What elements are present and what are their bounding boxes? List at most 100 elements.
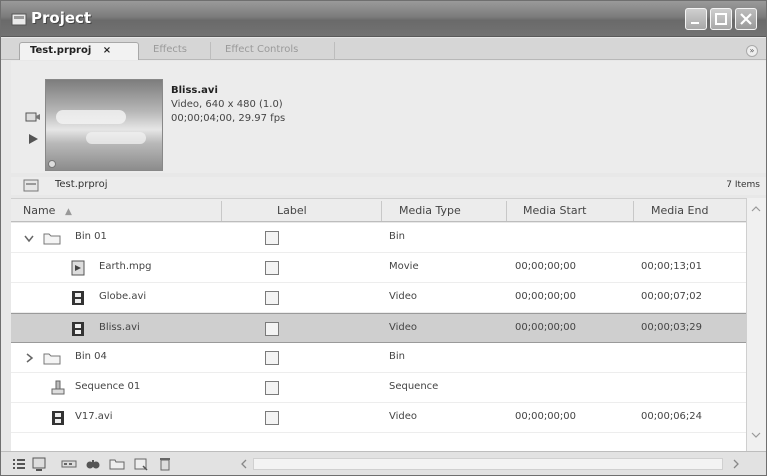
label-color-swatch[interactable] [265,351,279,365]
horizontal-scrollbar[interactable] [253,458,723,470]
folder-icon [43,353,61,365]
folder-icon [43,233,61,245]
label-color-swatch[interactable] [265,261,279,275]
bottom-toolbar [1,451,766,475]
column-divider[interactable] [381,201,382,221]
play-icon[interactable] [27,133,39,145]
item-name: Bin 04 [75,351,107,362]
window-title: Project [31,9,92,27]
item-media-end: 00;00;03;29 [641,322,703,333]
sort-ascending-icon: ▲ [64,207,72,217]
poster-frame-marker [48,160,56,168]
clear-icon[interactable] [157,456,173,472]
item-media-type: Video [389,411,418,422]
close-icon [740,13,752,25]
preview-area: Bliss.avi Video, 640 x 480 (1.0) 00;00;0… [11,61,766,173]
column-header-label[interactable]: Label [277,204,307,217]
list-item[interactable]: V17.avi Video 00;00;00;00 00;00;06;24 [11,403,746,433]
chevron-right-icon[interactable] [23,352,35,364]
label-color-swatch[interactable] [265,231,279,245]
automate-to-sequence-icon[interactable] [61,456,77,472]
thumbnail-cloud [86,132,146,144]
maximize-icon [715,13,727,25]
item-name: Bin 01 [75,231,107,242]
find-icon[interactable] [85,456,101,472]
panel-menu-button[interactable]: » [746,45,758,57]
project-item-list: Bin 01 Bin Earth.mpg Movie 00;00;00;00 0… [11,223,746,451]
column-divider[interactable] [633,201,634,221]
icon-view-icon[interactable] [31,456,47,472]
label-color-swatch[interactable] [265,381,279,395]
tab-effect-controls[interactable]: Effect Controls [215,42,335,60]
chevron-down-icon[interactable] [23,232,35,244]
item-media-type: Movie [389,261,419,272]
tab-effect-controls-label: Effect Controls [225,44,299,55]
column-divider[interactable] [506,201,507,221]
new-bin-icon[interactable] [109,456,125,472]
project-file-icon [23,179,39,192]
item-media-type: Video [389,291,418,302]
item-media-end: 00;00;13;01 [641,261,703,272]
movie-icon [71,260,85,276]
column-header-media-start[interactable]: Media Start [523,204,586,217]
item-count: 7 Items [726,180,760,190]
thumbnail-cloud [56,110,126,124]
column-header-media-type[interactable]: Media Type [399,204,461,217]
clip-thumbnail[interactable] [45,79,163,171]
sequence-icon [51,380,65,395]
scroll-up-icon[interactable] [751,204,761,214]
list-item[interactable]: Globe.avi Video 00;00;00;00 00;00;07;02 [11,283,746,313]
clip-video-info: Video, 640 x 480 (1.0) [171,99,283,110]
scroll-right-icon[interactable] [731,459,741,469]
item-name: Bliss.avi [99,322,140,333]
list-view-icon[interactable] [11,456,27,472]
tab-effects-label: Effects [153,44,187,55]
item-media-type: Sequence [389,381,439,392]
poster-frame-icon[interactable] [25,111,41,123]
project-window: Project Test.prproj × Effects Effect Con… [0,0,767,476]
tab-close-icon[interactable]: × [103,45,111,56]
project-path-row: Test.prproj 7 Items [11,177,766,195]
premiere-app-icon [11,13,27,26]
list-item[interactable]: Bin 01 Bin [11,223,746,253]
column-header-name-label: Name [23,204,56,217]
title-bar[interactable]: Project [1,1,766,37]
item-media-start: 00;00;00;00 [515,411,577,422]
tab-project[interactable]: Test.prproj × [19,42,139,60]
label-color-swatch[interactable] [265,322,279,336]
new-item-icon[interactable] [133,456,149,472]
scroll-left-icon[interactable] [239,459,249,469]
maximize-button[interactable] [710,8,732,30]
item-name: V17.avi [75,411,113,422]
list-item-selected[interactable]: Bliss.avi Video 00;00;00;00 00;00;03;29 [11,313,746,343]
vertical-scrollbar[interactable] [746,198,766,451]
column-divider[interactable] [221,201,222,221]
clip-name: Bliss.avi [171,85,218,96]
item-name: Earth.mpg [99,261,152,272]
tab-effects[interactable]: Effects [143,42,211,60]
item-media-end: 00;00;07;02 [641,291,703,302]
item-name: Globe.avi [99,291,147,302]
label-color-swatch[interactable] [265,411,279,425]
item-media-end: 00;00;06;24 [641,411,703,422]
close-button[interactable] [735,8,757,30]
item-media-start: 00;00;00;00 [515,322,577,333]
item-name: Sequence 01 [75,381,141,392]
list-item[interactable]: Bin 04 Bin [11,343,746,373]
list-item[interactable]: Sequence 01 Sequence [11,373,746,403]
minimize-button[interactable] [685,8,707,30]
tab-project-label: Test.prproj [30,45,92,56]
label-color-swatch[interactable] [265,291,279,305]
film-icon [72,291,84,305]
column-header-media-end[interactable]: Media End [651,204,708,217]
item-media-type: Bin [389,231,405,242]
minimize-icon [691,22,699,24]
film-icon [72,322,84,336]
item-media-type: Video [389,322,418,333]
list-item[interactable]: Earth.mpg Movie 00;00;00;00 00;00;13;01 [11,253,746,283]
scroll-down-icon[interactable] [751,430,761,440]
item-media-start: 00;00;00;00 [515,261,577,272]
column-header-row: Name ▲ Label Media Type Media Start Medi… [11,198,746,222]
column-header-name[interactable]: Name ▲ [23,204,72,217]
clip-duration-info: 00;00;04;00, 29.97 fps [171,113,286,124]
